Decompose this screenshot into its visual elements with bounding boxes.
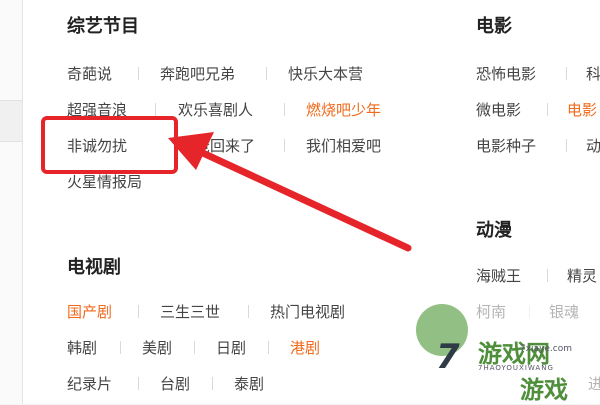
watermark-text-secondary: 游戏 — [520, 376, 568, 404]
watermark-number: 7 — [436, 337, 460, 377]
watermark-domain: 7xiaye.com — [520, 344, 573, 354]
